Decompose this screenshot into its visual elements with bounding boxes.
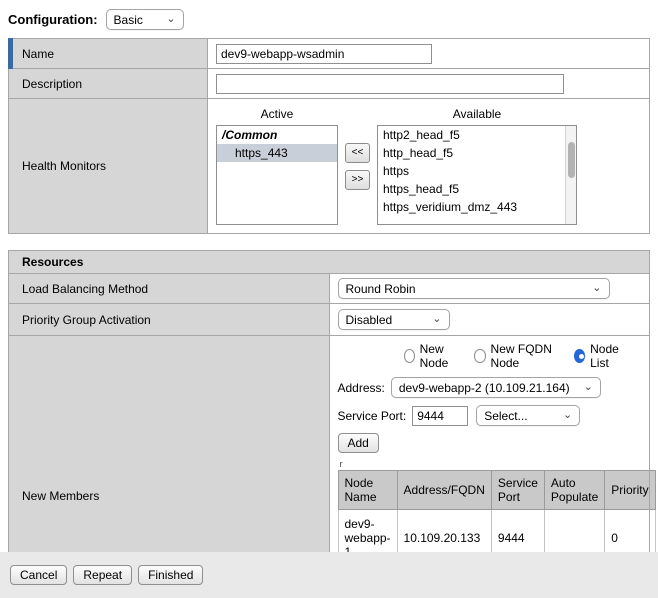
configuration-bar: Configuration: Basic ⌄ (0, 0, 658, 38)
available-monitor-item[interactable]: http_head_f5 (378, 144, 576, 162)
stray-text: r (340, 460, 642, 468)
available-list-scrollbar[interactable] (565, 126, 576, 224)
name-label: Name (22, 47, 54, 61)
finished-button[interactable]: Finished (138, 565, 203, 585)
priority-group-row: Priority Group Activation Disabled ⌄ (9, 304, 650, 336)
priority-group-select[interactable]: Disabled ⌄ (338, 309, 450, 330)
chevron-down-icon: ⌄ (592, 285, 601, 292)
radio-new-node-label: New Node (420, 342, 463, 370)
active-list-title: Active (261, 107, 294, 121)
name-value-cell (208, 39, 650, 69)
col-header-service-port[interactable]: Service Port (491, 471, 544, 510)
configuration-select-value: Basic (114, 13, 143, 27)
address-select-value: dev9-webapp-2 (10.109.21.164) (399, 381, 570, 395)
add-line: Add (338, 433, 642, 453)
resources-table: Resources Load Balancing Method Round Ro… (8, 250, 650, 598)
description-row: Description (9, 69, 650, 99)
radio-new-node[interactable]: New Node (404, 342, 463, 370)
partition-group-item[interactable]: /Common (217, 126, 337, 144)
resources-header-row: Resources (9, 251, 650, 274)
health-monitors-dual-list: Active /Common https_443 << >> Available (216, 103, 641, 229)
radio-node-list-label: Node List (590, 342, 629, 370)
radio-selected-icon[interactable] (574, 349, 585, 363)
radio-new-fqdn-node-label: New FQDN Node (491, 342, 563, 370)
address-label: Address: (338, 381, 385, 395)
move-to-active-button[interactable]: << (345, 143, 370, 163)
health-monitors-label: Health Monitors (22, 159, 106, 173)
name-row: Name (9, 39, 650, 69)
service-port-input[interactable] (412, 406, 468, 426)
radio-new-fqdn-node[interactable]: New FQDN Node (474, 342, 562, 370)
description-label: Description (22, 77, 82, 91)
load-balancing-label-cell: Load Balancing Method (9, 274, 330, 304)
name-input[interactable] (216, 44, 432, 64)
col-header-node-name[interactable]: Node Name (338, 471, 397, 510)
new-members-label: New Members (22, 489, 99, 503)
load-balancing-value-cell: Round Robin ⌄ (329, 274, 650, 304)
available-monitor-item[interactable]: https (378, 162, 576, 180)
load-balancing-label: Load Balancing Method (22, 282, 148, 296)
col-header-auto-populate[interactable]: Auto Populate (544, 471, 604, 510)
member-type-radios: New Node New FQDN Node Node List (404, 342, 642, 370)
active-monitors-list[interactable]: /Common https_443 (216, 125, 338, 225)
available-monitor-item[interactable]: https_veridium_dmz_443 (378, 198, 576, 216)
available-list-wrap: http2_head_f5 http_head_f5 https https_h… (377, 125, 577, 225)
address-line: Address: dev9-webapp-2 (10.109.21.164) ⌄ (338, 377, 642, 398)
description-value-cell (208, 69, 650, 99)
available-list-title: Available (453, 107, 501, 121)
service-port-label: Service Port: (338, 409, 407, 423)
repeat-button[interactable]: Repeat (73, 565, 132, 585)
available-monitors-column: Available http2_head_f5 http_head_f5 htt… (377, 107, 577, 225)
name-label-cell: Name (9, 39, 208, 69)
description-label-cell: Description (9, 69, 208, 99)
active-monitors-column: Active /Common https_443 (216, 107, 338, 225)
active-monitor-item[interactable]: https_443 (217, 144, 337, 162)
service-port-line: Service Port: Select... ⌄ (338, 405, 642, 426)
chevron-down-icon: ⌄ (563, 412, 572, 419)
load-balancing-select-value: Round Robin (346, 282, 416, 296)
footer-bar: Cancel Repeat Finished (0, 552, 658, 598)
section-gap (0, 234, 658, 250)
health-monitors-label-cell: Health Monitors (9, 99, 208, 234)
configuration-table: Name Description Health Monitors Active (8, 38, 650, 234)
members-table-header-row: Node Name Address/FQDN Service Port Auto… (338, 471, 655, 510)
priority-group-value-cell: Disabled ⌄ (329, 304, 650, 336)
priority-group-label: Priority Group Activation (22, 313, 151, 327)
available-monitors-list[interactable]: http2_head_f5 http_head_f5 https https_h… (377, 125, 577, 225)
available-monitor-item[interactable]: https_head_f5 (378, 180, 576, 198)
configuration-select[interactable]: Basic ⌄ (106, 9, 184, 30)
chevron-down-icon: ⌄ (584, 384, 593, 391)
port-preset-select-value: Select... (484, 409, 527, 423)
description-input[interactable] (216, 74, 564, 94)
col-header-address[interactable]: Address/FQDN (397, 471, 491, 510)
add-member-button[interactable]: Add (338, 433, 379, 453)
chevron-down-icon: ⌄ (432, 316, 441, 323)
load-balancing-select[interactable]: Round Robin ⌄ (338, 278, 610, 299)
radio-node-list[interactable]: Node List (574, 342, 629, 370)
modified-indicator (8, 38, 13, 69)
load-balancing-row: Load Balancing Method Round Robin ⌄ (9, 274, 650, 304)
port-preset-select[interactable]: Select... ⌄ (476, 405, 580, 426)
scrollbar-thumb[interactable] (568, 142, 575, 178)
move-to-available-button[interactable]: >> (345, 170, 370, 190)
monitor-move-buttons: << >> (345, 143, 370, 190)
health-monitors-row: Health Monitors Active /Common https_443… (9, 99, 650, 234)
priority-group-select-value: Disabled (346, 313, 393, 327)
priority-group-label-cell: Priority Group Activation (9, 304, 330, 336)
resources-section-title: Resources (9, 251, 650, 274)
pool-properties-page: Configuration: Basic ⌄ Name Description (0, 0, 658, 598)
chevron-down-icon: ⌄ (166, 16, 175, 23)
available-monitor-item[interactable]: http2_head_f5 (378, 126, 576, 144)
col-header-priority[interactable]: Priority (605, 471, 655, 510)
health-monitors-value-cell: Active /Common https_443 << >> Available (208, 99, 650, 234)
radio-icon[interactable] (404, 349, 415, 363)
address-select[interactable]: dev9-webapp-2 (10.109.21.164) ⌄ (391, 377, 601, 398)
cancel-button[interactable]: Cancel (10, 565, 67, 585)
configuration-label: Configuration: (8, 12, 98, 27)
radio-icon[interactable] (474, 349, 485, 363)
